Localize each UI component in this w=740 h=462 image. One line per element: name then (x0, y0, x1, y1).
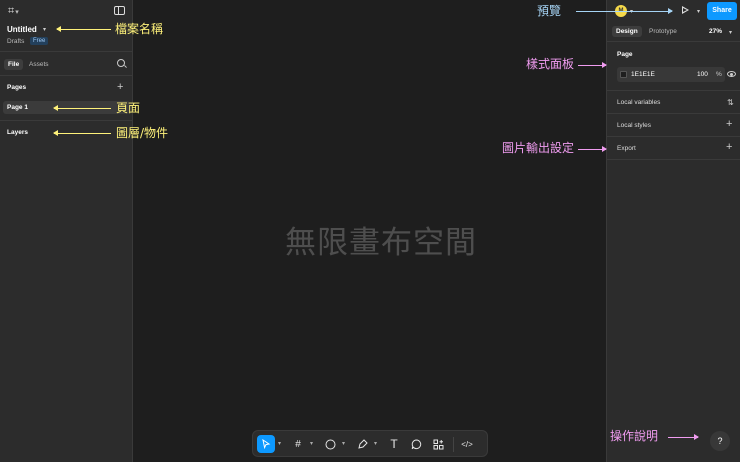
layers-header: Layers (7, 129, 28, 136)
toolbar-divider (453, 437, 454, 452)
file-title-chevron-icon[interactable]: ▾ (43, 26, 46, 33)
annotation-arrow (578, 146, 607, 152)
page-section-header: Page (617, 51, 633, 58)
ellipse-tool-icon[interactable] (321, 435, 339, 453)
shape-tool-chevron-icon[interactable]: ▾ (342, 440, 345, 447)
local-styles-label[interactable]: Local styles (617, 122, 651, 129)
canvas-label: 無限畫布空間 (285, 225, 477, 261)
zoom-level[interactable]: 27% (709, 28, 722, 35)
figma-editor: ⌗▾ Untitled ▾ Drafts Free File Assets Pa… (0, 0, 740, 462)
sliders-icon[interactable]: ⇅ (727, 98, 734, 107)
annotation-arrow (576, 8, 673, 14)
search-icon[interactable] (117, 59, 125, 67)
annotation-layers: 圖層/物件 (116, 126, 169, 140)
file-title[interactable]: Untitled (7, 25, 37, 34)
annotation-page: 頁面 (116, 101, 141, 115)
annotation-file-name: 檔案名稱 (115, 22, 164, 36)
divider (0, 120, 133, 121)
annotation-arrow (53, 130, 111, 136)
actions-tool-icon[interactable] (429, 435, 447, 453)
right-tabs: Design Prototype 27% ▾ (607, 22, 740, 42)
local-variables-label[interactable]: Local variables (617, 99, 660, 106)
tab-prototype[interactable]: Prototype (645, 26, 681, 37)
page-fill-row[interactable]: 1E1E1E 100 % (617, 67, 725, 82)
help-button[interactable]: ? (710, 431, 730, 451)
add-export-icon[interactable]: + (726, 142, 732, 153)
text-tool-icon[interactable]: T (385, 435, 403, 453)
frame-tool-chevron-icon[interactable]: ▾ (310, 440, 313, 447)
fill-swatch[interactable] (620, 71, 627, 78)
pages-header: Pages (7, 84, 27, 91)
add-page-icon[interactable]: + (117, 82, 123, 93)
annotation-preview: 預覽 (537, 4, 562, 18)
annotation-arrow (53, 105, 111, 111)
annotation-export-settings: 圖片輸出設定 (502, 141, 575, 155)
left-tabs: File Assets (0, 52, 133, 76)
bottom-toolbar: ▾ # ▾ ▾ ▾ T </> (252, 430, 488, 457)
annotation-style-panel: 樣式面板 (526, 57, 575, 71)
divider (607, 159, 740, 160)
divider (607, 136, 740, 137)
pen-tool-icon[interactable] (353, 435, 371, 453)
dev-mode-icon[interactable]: </> (458, 435, 476, 453)
eye-icon[interactable] (727, 71, 736, 77)
opacity-unit: % (716, 71, 722, 78)
fill-hex-value[interactable]: 1E1E1E (631, 71, 655, 78)
file-location[interactable]: Drafts (7, 38, 24, 45)
export-label[interactable]: Export (617, 145, 636, 152)
main-menu-button[interactable]: ⌗▾ (8, 5, 19, 18)
tab-assets[interactable]: Assets (25, 59, 53, 70)
comment-tool-icon[interactable] (407, 435, 425, 453)
play-icon-inner (683, 8, 687, 12)
tab-design[interactable]: Design (612, 26, 642, 37)
sidebar-toggle-icon[interactable] (114, 6, 125, 15)
divider (607, 113, 740, 114)
fill-opacity-value[interactable]: 100 (697, 71, 708, 78)
add-style-icon[interactable]: + (726, 119, 732, 130)
zoom-chevron-icon[interactable]: ▾ (729, 29, 732, 36)
figma-logo-icon: ⌗ (8, 5, 15, 17)
chevron-down-icon: ▾ (15, 9, 19, 16)
annotation-arrow (578, 62, 607, 68)
annotation-help: 操作說明 (610, 429, 659, 443)
right-panel: M ▾ ▾ Share Design Prototype 27% ▾ Page … (606, 0, 740, 462)
annotation-arrow (56, 26, 111, 32)
tab-file[interactable]: File (4, 59, 24, 70)
frame-tool-icon[interactable]: # (289, 435, 307, 453)
move-tool-icon[interactable] (257, 435, 275, 453)
left-panel: ⌗▾ Untitled ▾ Drafts Free File Assets Pa… (0, 0, 133, 462)
divider (607, 90, 740, 91)
share-button[interactable]: Share (707, 2, 737, 20)
file-header: ⌗▾ Untitled ▾ Drafts Free (0, 0, 133, 52)
annotation-arrow (668, 434, 699, 440)
plan-badge: Free (30, 37, 49, 45)
page-item-label: Page 1 (7, 104, 28, 111)
pen-tool-chevron-icon[interactable]: ▾ (374, 440, 377, 447)
move-tool-chevron-icon[interactable]: ▾ (278, 440, 281, 447)
present-chevron-icon[interactable]: ▾ (697, 8, 700, 15)
